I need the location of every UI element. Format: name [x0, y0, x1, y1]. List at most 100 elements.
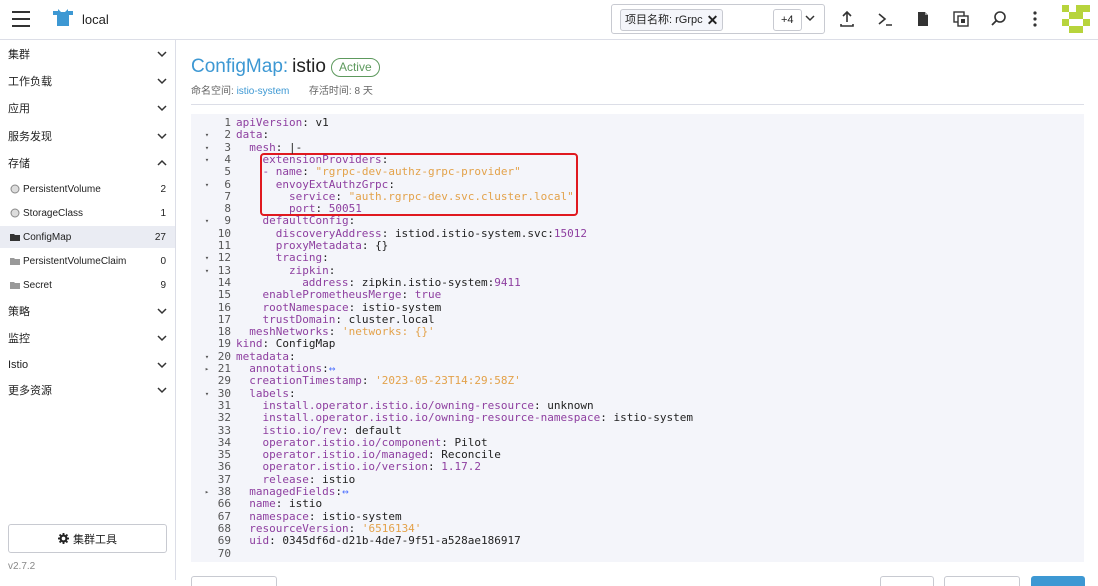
bottom-primary-button[interactable]: [1031, 576, 1085, 586]
sidebar-item-persistentvolumeclaim[interactable]: PersistentVolumeClaim 0: [0, 250, 175, 272]
sidebar-group-istio[interactable]: Istio: [0, 353, 175, 377]
fold-collapse-icon[interactable]: ▾: [203, 388, 211, 400]
yaml-separator: :: [262, 128, 270, 142]
yaml-value: zipkin.istio-system:: [361, 275, 495, 289]
cluster-tools-button[interactable]: 集群工具: [8, 524, 167, 553]
yaml-key: creationTimestamp: [249, 374, 362, 388]
fold-collapse-icon[interactable]: ▾: [203, 252, 211, 264]
yaml-value: "rgrpc-dev-authz-grpc-provider": [315, 165, 521, 179]
sidebar-group-storage[interactable]: 存储: [0, 151, 175, 175]
status-badge: Active: [330, 57, 380, 77]
yaml-separator: :: [288, 349, 296, 363]
yaml-key: labels: [249, 386, 289, 400]
yaml-value: 0345df6d-d21b-4de7-9f51-a528ae186917: [282, 534, 521, 548]
code-line[interactable]: ▾ 2 data:: [191, 128, 1084, 142]
more-vertical-icon[interactable]: [1026, 10, 1044, 28]
code-text: uid: 0345df6d-d21b-4de7-9f51-a528ae18691…: [249, 535, 521, 547]
chevron-down-icon[interactable]: [804, 12, 816, 24]
yaml-value: istio-system: [613, 411, 693, 425]
line-number: 70: [217, 546, 231, 560]
code-line[interactable]: 70: [191, 546, 1084, 560]
yaml-key: managedFields: [249, 485, 336, 498]
namespace-chip: 项目名称: rGrpc ✕: [620, 9, 724, 31]
yaml-separator: :: [361, 239, 376, 252]
yaml-value: true: [414, 288, 442, 302]
sidebar-group-more-resources[interactable]: 更多资源: [0, 378, 175, 402]
yaml-key: istio.io/rev: [262, 423, 342, 437]
yaml-separator: :: [308, 472, 323, 486]
sidebar-item-storageclass[interactable]: StorageClass 1: [0, 202, 175, 224]
namespace-more-badge[interactable]: +4: [773, 9, 802, 31]
fold-collapse-icon[interactable]: ▾: [203, 265, 211, 277]
yaml-key: address: [302, 275, 349, 289]
fold-collapse-icon[interactable]: ▾: [203, 351, 211, 363]
namespace-filter[interactable]: 项目名称: rGrpc ✕ +4: [611, 4, 825, 34]
copy-kubeconfig-icon[interactable]: [952, 10, 970, 28]
fold-collapse-icon[interactable]: ▾: [203, 129, 211, 141]
fold-expand-icon[interactable]: ▸: [203, 363, 211, 375]
fold-collapse-icon[interactable]: ▾: [203, 154, 211, 166]
sidebar-item-persistentvolume[interactable]: PersistentVolume 2: [0, 178, 175, 200]
yaml-separator: :: [348, 300, 362, 314]
namespace-chip-label: 项目名称: rGrpc: [625, 14, 703, 26]
line-number: 2: [224, 128, 231, 142]
yaml-key: install.operator.istio.io/owning-resourc…: [262, 411, 601, 425]
kubeconfig-file-icon[interactable]: [914, 10, 932, 28]
namespace-label: 命名空间:: [191, 86, 234, 97]
sidebar-group-workloads[interactable]: 工作负载: [0, 69, 175, 93]
sidebar-group-label: 集群: [8, 49, 30, 61]
circle-icon: [10, 208, 20, 218]
avatar[interactable]: [1062, 5, 1090, 33]
menu-icon[interactable]: [12, 11, 30, 27]
yaml-separator: :: [302, 165, 316, 179]
bottom-button-1[interactable]: [880, 576, 934, 586]
sidebar-group-apps[interactable]: 应用: [0, 96, 175, 120]
fold-collapse-icon[interactable]: ▾: [203, 142, 211, 154]
line-number: 69: [217, 534, 231, 548]
sidebar-item-configmap[interactable]: ConfigMap 27: [0, 226, 175, 248]
terminal-icon[interactable]: [876, 10, 894, 28]
line-number: 29: [217, 374, 231, 388]
upload-icon[interactable]: [838, 10, 856, 28]
close-icon[interactable]: ✕: [707, 13, 719, 27]
sidebar-group-label: Istio: [8, 359, 29, 371]
bottom-button-2[interactable]: [944, 576, 1020, 586]
sidebar-group-policy[interactable]: 策略: [0, 299, 175, 323]
code-line[interactable]: 69 uid: 0345df6d-d21b-4de7-9f51-a528ae186…: [191, 534, 1084, 548]
fold-collapse-icon[interactable]: ▾: [203, 179, 211, 191]
sidebar-group-label: 工作负载: [8, 76, 52, 88]
yaml-key: release: [262, 472, 309, 486]
bottom-left-button[interactable]: [191, 576, 277, 586]
yaml-separator: :: [428, 448, 442, 462]
yaml-editor[interactable]: 1 apiVersion: v1 ▾ 2 data: ▾ 3 mesh: |- ▾ 4 extens…: [191, 114, 1084, 562]
yaml-value: "auth.rgrpc-dev.svc.cluster.local": [348, 189, 574, 203]
yaml-key: apiVersion: [236, 116, 303, 129]
yaml-key: name: [249, 497, 276, 511]
yaml-value: default: [355, 423, 402, 437]
yaml-separator: :: [348, 275, 362, 289]
line-number: 32: [217, 411, 231, 425]
fold-collapse-icon[interactable]: ▾: [203, 215, 211, 227]
yaml-value: '2023-05-23T14:29:58Z': [375, 374, 521, 388]
folded-content-icon[interactable]: ↔: [342, 485, 349, 498]
folded-content-icon[interactable]: ↔: [329, 362, 336, 375]
sidebar-group-cluster[interactable]: 集群: [0, 42, 175, 66]
yaml-key: rootNamespace: [262, 300, 349, 314]
folder-icon: [10, 280, 20, 290]
sidebar-group-service-discovery[interactable]: 服务发现: [0, 124, 175, 148]
search-icon[interactable]: [990, 10, 1008, 28]
cluster-tools-label: 集群工具: [73, 533, 117, 546]
yaml-key: install.operator.istio.io/owning-resourc…: [262, 398, 534, 412]
code-line[interactable]: 19 kind: ConfigMap: [191, 338, 1084, 351]
yaml-key: enablePrometheusMerge: [262, 288, 402, 302]
sidebar-group-monitoring[interactable]: 监控: [0, 326, 175, 350]
yaml-key: tracing: [275, 251, 323, 265]
code-line[interactable]: 1 apiVersion: v1: [191, 116, 1084, 129]
namespace-link[interactable]: istio-system: [237, 86, 290, 97]
fold-expand-icon[interactable]: ▸: [203, 486, 211, 498]
yaml-key: operator.istio.io/version: [262, 460, 429, 474]
line-number: 9: [224, 214, 231, 228]
code-line[interactable]: 29 creationTimestamp: '2023-05-23T14:29:5…: [191, 374, 1084, 388]
code-line[interactable]: ▸ 38 managedFields:↔: [191, 485, 1084, 498]
sidebar-item-secret[interactable]: Secret 9: [0, 274, 175, 296]
